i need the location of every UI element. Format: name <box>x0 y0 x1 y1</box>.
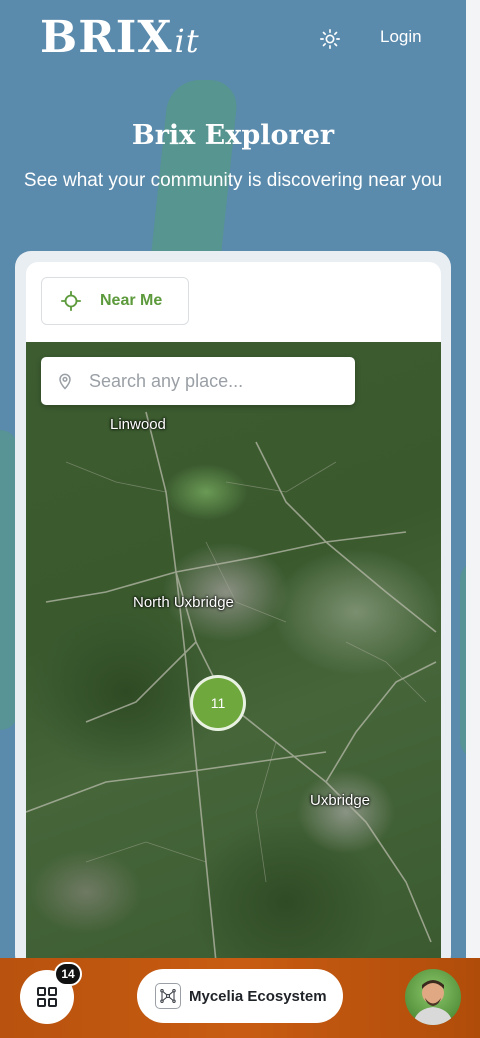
network-icon <box>155 983 181 1009</box>
header: BRIXit Login <box>0 0 466 80</box>
map-roads <box>26 411 437 962</box>
explorer-card: Near Me Search any place... Linwood Nort… <box>26 262 441 962</box>
satellite-map[interactable]: Linwood North Uxbridge Uxbridge 11 <box>26 342 441 962</box>
theme-toggle-button[interactable] <box>316 25 344 53</box>
login-link[interactable]: Login <box>380 27 422 47</box>
near-me-button[interactable]: Near Me <box>41 277 189 325</box>
page-subtitle: See what your community is discovering n… <box>23 170 443 191</box>
page-title: Brix Explorer <box>131 120 335 151</box>
near-me-label: Near Me <box>100 292 163 309</box>
search-input[interactable] <box>89 370 339 392</box>
user-avatar[interactable] <box>405 969 461 1025</box>
logo-main: BRIX <box>40 12 173 63</box>
scrollbar-track[interactable] <box>466 0 480 960</box>
map-cluster-marker[interactable]: 11 <box>190 675 246 731</box>
bottom-bar: 14 Mycelia Ecosystem <box>0 958 480 1038</box>
sun-icon <box>320 29 340 49</box>
brixit-logo[interactable]: BRIXit <box>40 12 200 63</box>
map-label-linwood: Linwood <box>110 416 166 433</box>
location-pin-icon <box>59 373 71 390</box>
mycelia-ecosystem-button[interactable]: Mycelia Ecosystem <box>137 969 343 1023</box>
map-label-uxbridge: Uxbridge <box>310 792 371 809</box>
crosshair-icon <box>60 290 82 312</box>
place-search[interactable] <box>41 357 355 405</box>
mycelia-ecosystem-label: Mycelia Ecosystem <box>189 987 327 1005</box>
map-label-north-uxbridge: North Uxbridge <box>133 594 234 611</box>
logo-suffix: it <box>174 22 200 60</box>
apps-count-badge: 14 <box>54 962 82 986</box>
grid-icon <box>37 987 57 1007</box>
